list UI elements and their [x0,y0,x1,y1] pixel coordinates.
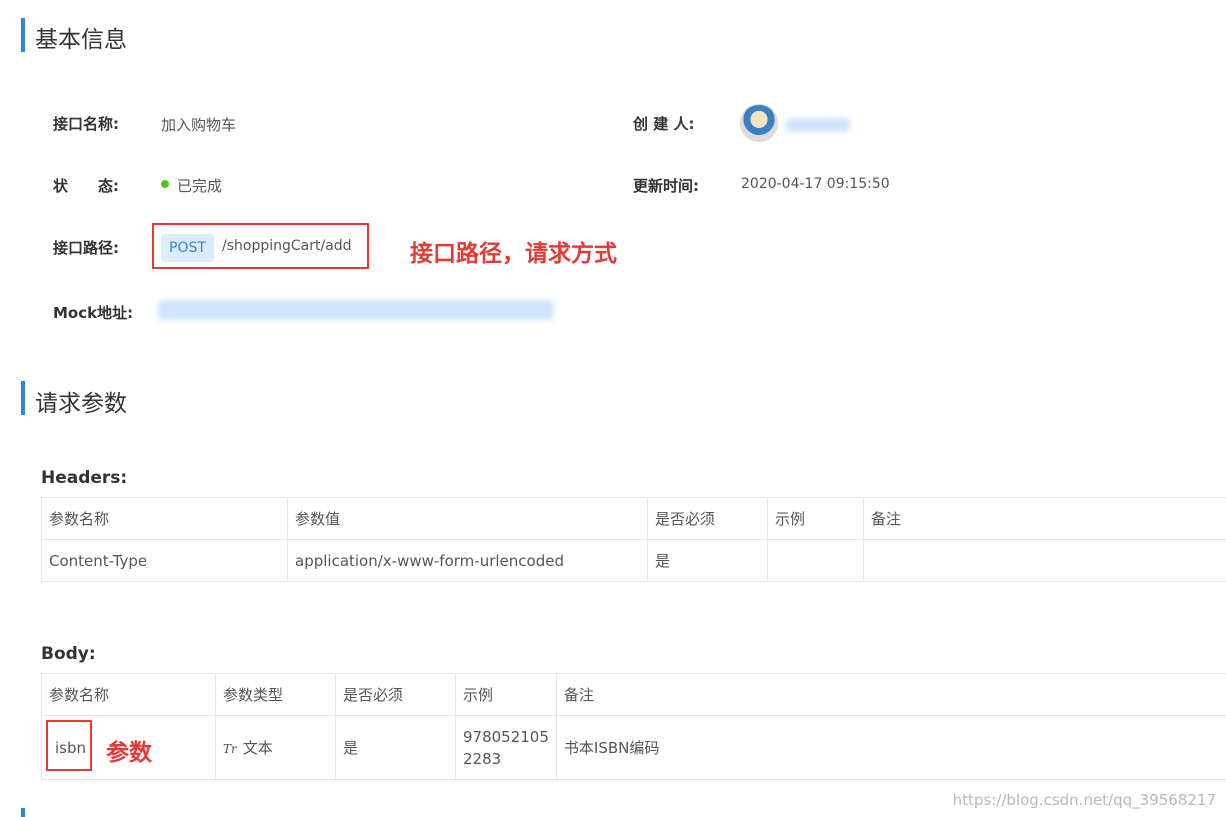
param-example-line: 978052105 [463,727,549,746]
table-header-row: 参数名称 参数值 是否必须 示例 备注 [41,497,1226,540]
table-cell [863,539,1226,582]
section-title-basic-info: 基本信息 [35,27,127,53]
column-header: 参数值 [287,497,648,540]
column-header: 参数类型 [215,673,336,716]
watermark: https://blog.csdn.net/qq_39568217 [952,791,1216,809]
creator-name-redacted [786,118,850,132]
mock-url-label: Mock地址: [53,304,134,322]
param-example-line: 2283 [463,749,502,768]
table-row: isbn Tr 文本 是 978052105 2283 书本ISBN编码 [41,715,1226,780]
body-table: 参数名称 参数类型 是否必须 示例 备注 isbn Tr 文本 是 9780521… [41,673,1226,780]
path-highlight-box [152,223,369,269]
text-type-icon: Tr [223,742,237,756]
path-annotation: 接口路径，请求方式 [410,241,617,267]
column-header: 备注 [863,497,1226,540]
headers-table: 参数名称 参数值 是否必须 示例 备注 Content-Type applica… [41,497,1226,582]
table-row: Content-Type application/x-www-form-urle… [41,539,1226,582]
api-name-value: 加入购物车 [161,116,237,134]
creator-label: 创 建 人: [633,115,695,133]
table-cell: 是 [647,539,768,582]
param-type-cell: Tr 文本 [215,715,336,780]
table-cell: Content-Type [41,539,288,582]
column-header: 参数名称 [41,497,288,540]
updated-time-value: 2020-04-17 09:15:50 [741,176,890,192]
param-note-cell: 书本ISBN编码 [555,715,1226,780]
param-example-cell: 978052105 2283 [455,715,557,780]
updated-time-label: 更新时间: [633,177,699,195]
headers-label: Headers: [41,468,128,488]
status-value: 已完成 [177,177,223,195]
status-label: 状 态: [53,177,119,195]
column-header: 备注 [555,673,1226,716]
mock-url-redacted [158,300,554,320]
column-header: 是否必须 [335,673,456,716]
api-path-label: 接口路径: [53,239,119,257]
param-type: 文本 [242,739,273,757]
param-annotation: 参数 [106,740,152,766]
table-cell: application/x-www-form-urlencoded [287,539,648,582]
section-title-request-params: 请求参数 [35,391,127,417]
param-highlight-box [46,720,92,771]
table-cell [767,539,864,582]
section-accent-bar [21,381,25,415]
body-label: Body: [41,644,96,664]
section-accent-bar [21,808,25,817]
api-name-label: 接口名称: [53,115,119,133]
column-header: 示例 [455,673,557,716]
column-header: 示例 [767,497,864,540]
status-dot-icon [161,180,169,188]
param-required-cell: 是 [335,715,456,780]
section-accent-bar [21,18,25,52]
table-header-row: 参数名称 参数类型 是否必须 示例 备注 [41,673,1226,716]
column-header: 是否必须 [647,497,768,540]
creator-avatar[interactable] [740,104,778,142]
column-header: 参数名称 [41,673,216,716]
